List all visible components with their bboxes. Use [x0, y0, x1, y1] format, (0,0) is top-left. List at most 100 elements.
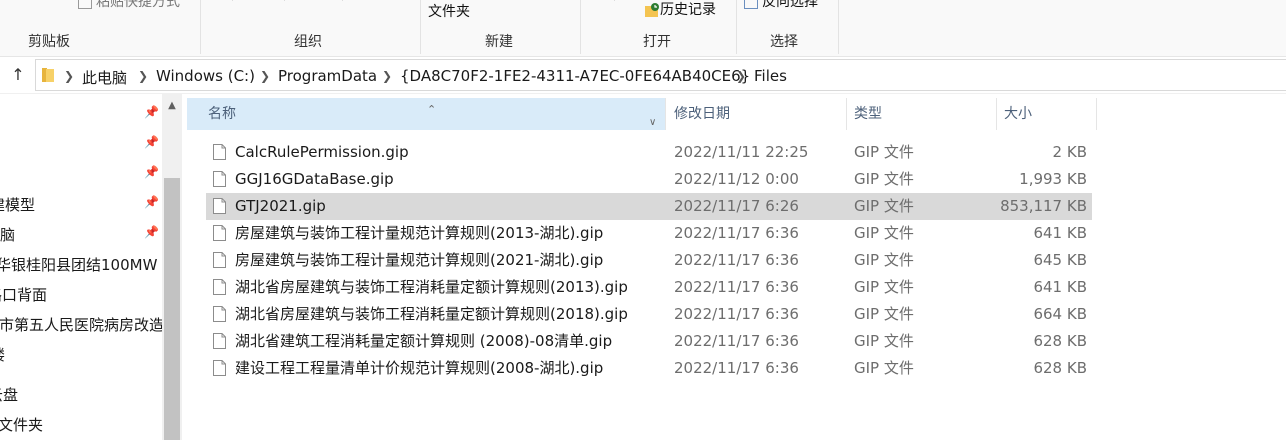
- file-size: 641 KB: [1033, 224, 1087, 242]
- nav-item[interactable]: 建模型: [0, 194, 35, 215]
- file-icon: [213, 171, 226, 187]
- pin-icon[interactable]: 📌: [144, 165, 159, 179]
- up-arrow-icon[interactable]: ↑: [8, 65, 28, 85]
- open-dropdown-icon[interactable]: ▼: [610, 0, 619, 2]
- file-row[interactable]: CalcRulePermission.gip 2022/11/11 22:25 …: [206, 139, 1092, 166]
- file-type: GIP 文件: [854, 224, 914, 242]
- file-name: 房屋建筑与装饰工程计量规范计算规则(2013-湖北).gip: [235, 224, 604, 242]
- address-bar[interactable]: ❯ 此电脑 ❯ Windows (C:) ❯ ProgramData ❯ {DA…: [35, 59, 1286, 91]
- file-name: 湖北省房屋建筑与装饰工程消耗量定额计算规则(2018).gip: [235, 305, 628, 323]
- scroll-up-icon[interactable]: ▲: [162, 98, 182, 114]
- file-name: 湖北省房屋建筑与装饰工程消耗量定额计算规则(2013).gip: [235, 278, 628, 296]
- chevron-down-icon[interactable]: ∨: [649, 107, 656, 139]
- file-icon: [213, 279, 226, 295]
- folder-icon: [42, 68, 54, 82]
- column-header-date[interactable]: 修改日期: [666, 98, 846, 130]
- nav-scrollbar[interactable]: ▲: [162, 94, 182, 440]
- paste-shortcut-icon: [78, 0, 92, 9]
- file-row[interactable]: 房屋建筑与装饰工程计量规范计算规则(2021-湖北).gip 2022/11/1…: [206, 247, 1092, 274]
- file-row[interactable]: GGJ16GDataBase.gip 2022/11/12 0:00 GIP 文…: [206, 166, 1092, 193]
- paste-shortcut-button[interactable]: 粘贴快捷方式: [78, 0, 180, 11]
- file-name: GTJ2021.gip: [235, 197, 326, 215]
- file-type: GIP 文件: [854, 305, 914, 323]
- new-folder-button[interactable]: 文件夹: [428, 1, 470, 21]
- file-size: 664 KB: [1033, 305, 1087, 323]
- breadcrumb-chevron-icon: ❯: [260, 69, 271, 83]
- pin-icon[interactable]: 📌: [144, 105, 159, 119]
- column-header-type-label: 类型: [854, 106, 882, 122]
- nav-item[interactable]: 电脑: [0, 224, 15, 245]
- group-label-organize: 组织: [294, 34, 322, 50]
- file-icon: [213, 252, 226, 268]
- file-type: GIP 文件: [854, 332, 914, 350]
- breadcrumb-drive-c[interactable]: Windows (C:): [156, 67, 255, 85]
- move-to-dropdown-icon[interactable]: ▼: [228, 0, 237, 2]
- column-header-type[interactable]: 类型: [846, 98, 996, 130]
- column-header-name[interactable]: 名称 ⌃ ∨: [187, 98, 665, 130]
- file-type: GIP 文件: [854, 278, 914, 296]
- column-header-size[interactable]: 大小: [996, 98, 1096, 130]
- file-size: 641 KB: [1033, 278, 1087, 296]
- file-date: 2022/11/17 6:36: [674, 332, 799, 350]
- file-name: 建设工程工程量清单计价规范计算规则(2008-湖北).gip: [235, 359, 604, 377]
- nav-item[interactable]: 路口背面: [0, 284, 47, 305]
- scrollbar-thumb[interactable]: [164, 178, 180, 440]
- ribbon-divider: [838, 0, 839, 54]
- nav-item[interactable]: 楼: [0, 344, 5, 365]
- file-icon: [213, 360, 226, 376]
- file-row[interactable]: 湖北省房屋建筑与装饰工程消耗量定额计算规则(2018).gip 2022/11/…: [206, 301, 1092, 328]
- group-label-select: 选择: [770, 34, 798, 50]
- file-type: GIP 文件: [854, 143, 914, 161]
- copy-to-dropdown-icon[interactable]: ▼: [280, 0, 289, 2]
- column-divider[interactable]: [1096, 98, 1097, 130]
- group-label-clipboard: 剪贴板: [28, 34, 70, 50]
- file-type: GIP 文件: [854, 197, 914, 215]
- history-label: 历史记录: [660, 2, 716, 18]
- breadcrumb-guid-folder[interactable]: {DA8C70F2-1FE2-4311-A7EC-0FE64AB40CE6}: [400, 67, 750, 85]
- file-icon: [213, 225, 226, 241]
- ribbon-divider: [200, 0, 201, 54]
- delete-dropdown-icon[interactable]: ▼: [338, 0, 347, 2]
- invert-selection-label: 反向选择: [762, 0, 818, 10]
- file-date: 2022/11/17 6:36: [674, 251, 799, 269]
- file-date: 2022/11/12 0:00: [674, 170, 799, 188]
- ribbon-divider: [580, 0, 581, 54]
- file-size: 2 KB: [1052, 143, 1087, 161]
- file-date: 2022/11/17 6:36: [674, 278, 799, 296]
- breadcrumb-chevron-icon: ❯: [382, 69, 393, 83]
- nav-item[interactable]: 华银桂阳县团结100MW: [0, 254, 157, 275]
- file-date: 2022/11/17 6:26: [674, 197, 799, 215]
- file-name: GGJ16GDataBase.gip: [235, 170, 394, 188]
- file-row[interactable]: 湖北省建筑工程消耗量定额计算规则 (2008)-08清单.gip 2022/11…: [206, 328, 1092, 355]
- nav-item[interactable]: 市第五人民医院病房改造: [0, 314, 162, 335]
- history-button[interactable]: 历史记录: [644, 0, 716, 19]
- file-icon: [213, 306, 226, 322]
- breadcrumb-this-pc[interactable]: 此电脑: [82, 67, 127, 88]
- navigation-pane: 📌 📌 📌 📌 📌 建模型 电脑 华银桂阳县团结100MW 路口背面 市第五人民…: [0, 94, 162, 440]
- file-date: 2022/11/11 22:25: [674, 143, 809, 161]
- breadcrumb-chevron-icon: ❯: [138, 69, 149, 83]
- file-size: 628 KB: [1033, 359, 1087, 377]
- pin-icon[interactable]: 📌: [144, 195, 159, 209]
- breadcrumb-files[interactable]: Files: [754, 67, 787, 85]
- file-row[interactable]: 湖北省房屋建筑与装饰工程消耗量定额计算规则(2013).gip 2022/11/…: [206, 274, 1092, 301]
- file-name: 房屋建筑与装饰工程计量规范计算规则(2021-湖北).gip: [235, 251, 604, 269]
- file-row[interactable]: 建设工程工程量清单计价规范计算规则(2008-湖北).gip 2022/11/1…: [206, 355, 1092, 382]
- file-size: 628 KB: [1033, 332, 1087, 350]
- file-row[interactable]: 房屋建筑与装饰工程计量规范计算规则(2013-湖北).gip 2022/11/1…: [206, 220, 1092, 247]
- ribbon-divider: [420, 0, 421, 54]
- nav-item[interactable]: 文件夹: [0, 414, 43, 435]
- pin-icon[interactable]: 📌: [144, 225, 159, 239]
- file-date: 2022/11/17 6:36: [674, 359, 799, 377]
- breadcrumb-programdata[interactable]: ProgramData: [278, 67, 377, 85]
- nav-item[interactable]: 云盘: [0, 384, 18, 405]
- file-row-selected[interactable]: GTJ2021.gip 2022/11/17 6:26 GIP 文件 853,1…: [206, 193, 1092, 220]
- ribbon: 粘贴快捷方式 ▼ ▼ ▼ 文件夹 ▼ 历史记录 反向选择 剪贴板 组织 新建 打…: [0, 0, 1286, 57]
- file-size: 853,117 KB: [1000, 197, 1087, 215]
- paste-shortcut-label: 粘贴快捷方式: [96, 0, 180, 10]
- pin-icon[interactable]: 📌: [144, 135, 159, 149]
- file-icon: [213, 198, 226, 214]
- breadcrumb-chevron-icon: ❯: [64, 69, 75, 83]
- invert-selection-icon: [744, 0, 758, 9]
- invert-selection-button[interactable]: 反向选择: [744, 0, 818, 11]
